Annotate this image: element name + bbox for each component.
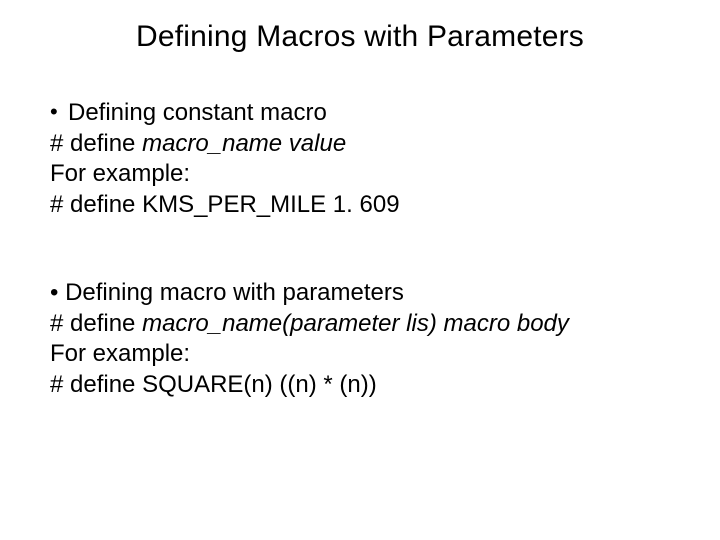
section2-heading-line: • Defining macro with parameters — [50, 278, 569, 309]
bullet-line: • Defining constant macro — [50, 98, 400, 129]
section1-syntax-ital: macro_name value — [142, 130, 346, 157]
section1-example-label: For example: — [50, 159, 400, 190]
section2-example-code: # define SQUARE(n) ((n) * (n)) — [50, 370, 569, 401]
section2-syntax-prefix: # define — [50, 310, 142, 337]
bullet-icon: • — [50, 98, 68, 126]
slide-title: Defining Macros with Parameters — [0, 20, 720, 54]
section2-heading: Defining macro with parameters — [65, 279, 404, 306]
bullet-icon: • — [50, 279, 58, 306]
section1-example-code: # define KMS_PER_MILE 1. 609 — [50, 190, 400, 221]
section1-heading: Defining constant macro — [68, 98, 327, 129]
slide: Defining Macros with Parameters • Defini… — [0, 0, 720, 540]
section1-syntax-prefix: # define — [50, 130, 142, 157]
section2-syntax-ital: macro_name(parameter lis) macro body — [142, 310, 569, 337]
section2-example-label: For example: — [50, 339, 569, 370]
section-param-macro: • Defining macro with parameters # defin… — [50, 278, 569, 401]
section2-syntax: # define macro_name(parameter lis) macro… — [50, 309, 569, 340]
section-constant-macro: • Defining constant macro # define macro… — [50, 98, 400, 221]
section1-syntax: # define macro_name value — [50, 129, 400, 160]
